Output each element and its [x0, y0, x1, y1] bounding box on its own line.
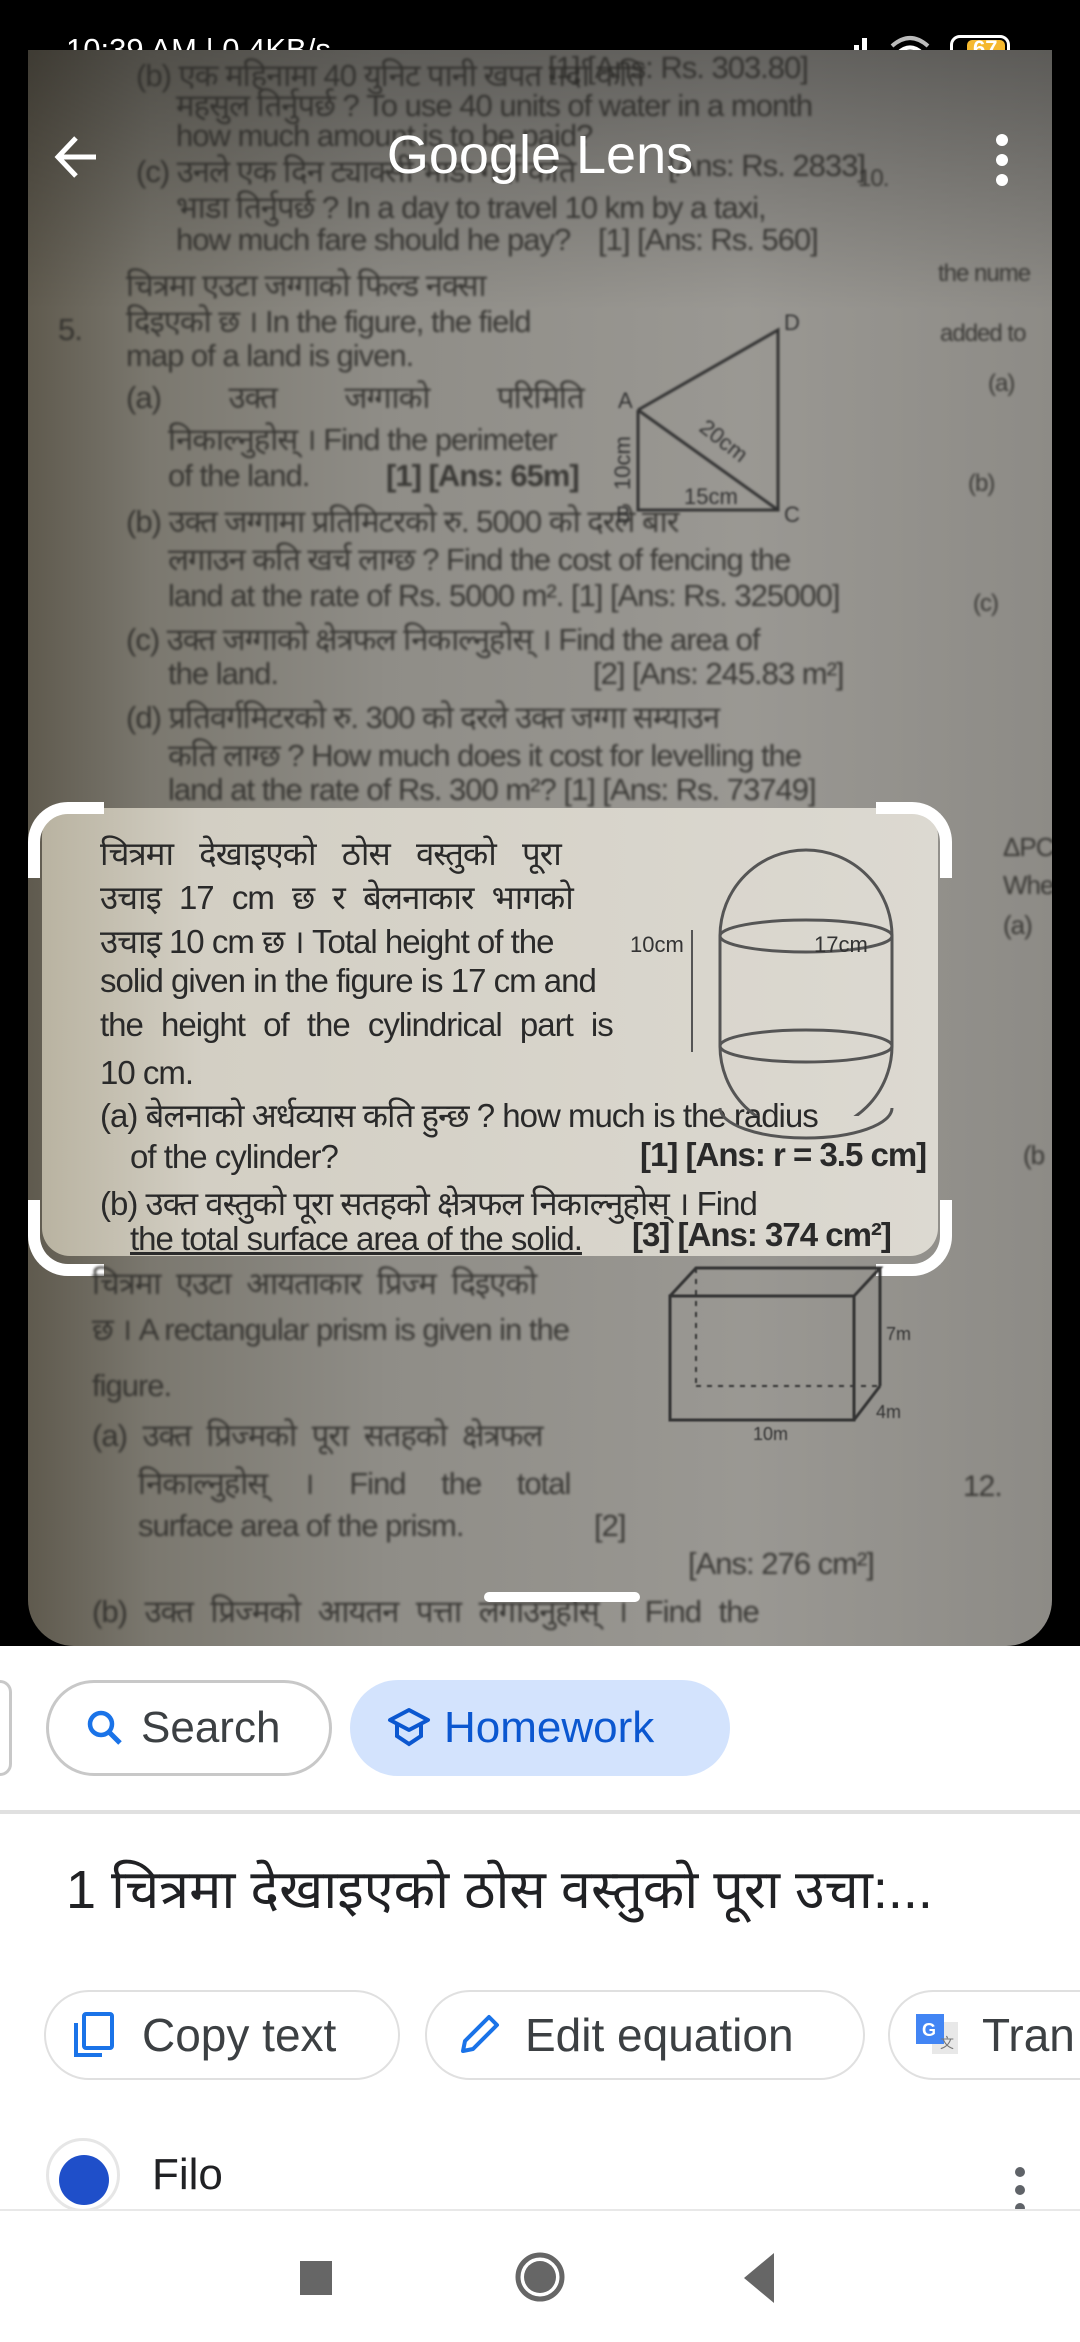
- selected-text-line: उचाइ 10 cm छ । Total height of the: [100, 923, 554, 960]
- photo-text-line: [1] [Ans: Rs. 560]: [598, 222, 819, 257]
- photo-text-line: कति लाग्छ ? How much does it cost for le…: [168, 738, 802, 773]
- photo-text-line: [1] [Ans: 65m]: [386, 458, 580, 493]
- margin-text: the nume: [938, 260, 1031, 287]
- selected-text-line: 10 cm.: [100, 1054, 194, 1091]
- photo-text-line: map of a land is given.: [126, 338, 414, 373]
- selected-text-line: उचाइ 17 cm छ र बेलनाकार भागको: [100, 879, 574, 916]
- photo-text-line: निकाल्नुहोस् । Find the total: [138, 1466, 571, 1501]
- home-circle-icon[interactable]: [514, 2251, 566, 2303]
- label-bc: 15cm: [684, 484, 738, 509]
- search-icon: [87, 1710, 122, 1745]
- filo-logo: [46, 2138, 120, 2212]
- total-height-label: 17cm: [814, 932, 868, 957]
- action-label: Copy text: [142, 2009, 337, 2061]
- google-translate-icon: G文: [916, 2014, 958, 2054]
- chip-homework[interactable]: Homework: [350, 1680, 730, 1776]
- photo-text-line: (b) उक्त जग्गामा प्रतिमिटरको रु. 5000 को…: [126, 504, 679, 539]
- margin-text: (c): [973, 590, 999, 617]
- selected-text-line: solid given in the figure is 17 cm and: [100, 962, 597, 999]
- photo-text-line: 5.: [58, 312, 83, 347]
- copy-text-button[interactable]: Copy text: [44, 1990, 400, 2080]
- action-label: Tran: [982, 2009, 1075, 2061]
- label-a: A: [618, 388, 633, 413]
- chip-partial-left[interactable]: [0, 1680, 12, 1776]
- copy-icon: [74, 2012, 114, 2057]
- back-triangle-icon[interactable]: [740, 2251, 780, 2305]
- app-title: Google Lens: [386, 125, 694, 185]
- label-ab: 10cm: [610, 436, 635, 490]
- photo-text-line: [2]: [594, 1508, 626, 1543]
- pencil-icon: [461, 2015, 499, 2053]
- selected-text-line: the height of the cylindrical part is: [100, 1006, 614, 1043]
- cylinder-height-label: 10cm: [630, 932, 684, 957]
- result-heading: 1 चित्रमा देखाइएको ठोस वस्तुको पूरा उचा:…: [66, 1860, 933, 1920]
- recents-square-icon[interactable]: [300, 2261, 332, 2295]
- result-source-name[interactable]: Filo: [152, 2150, 223, 2200]
- capsule-figure: 10cm: [630, 848, 894, 1116]
- translate-button[interactable]: G文 Tran: [888, 1990, 1080, 2080]
- text-selection-region[interactable]: चित्रमा देखाइएको ठोस वस्तुको पूरा उचाइ 1…: [42, 808, 938, 1257]
- photo-text-line: how much fare should he pay?: [176, 222, 571, 257]
- photo-text-line: (d) प्रतिवर्गमिटरको रु. 300 को दरले उक्त…: [126, 700, 720, 735]
- photo-text-line: छ । A rectangular prism is given in the: [92, 1312, 570, 1347]
- selection-handle-top-right[interactable]: [876, 802, 952, 878]
- photo-text-line: [1] [Ans: Rs. 303.80]: [548, 50, 809, 85]
- photo-text-line: (a) उक्त जग्गाको परिमिति: [126, 380, 585, 415]
- edit-equation-button[interactable]: Edit equation: [425, 1990, 865, 2080]
- photo-text-line: [Ans: 276 cm²]: [688, 1546, 875, 1581]
- label-d: D: [784, 310, 800, 335]
- margin-text: (a): [988, 370, 1015, 397]
- photo-text-line: [2] [Ans: 245.83 m²]: [593, 656, 845, 691]
- prism-depth-label: 4m: [876, 1402, 901, 1422]
- margin-text: (a): [1003, 910, 1033, 940]
- photo-text-line: the land.: [168, 656, 279, 691]
- photo-text-line: चित्रमा एउटा आयताकार प्रिज्म दिइएको: [92, 1266, 537, 1301]
- prism-figure: 7m 4m 10m: [668, 1266, 911, 1440]
- margin-text: added to: [940, 320, 1026, 347]
- divider: [0, 1810, 1080, 1814]
- label-ac: 20cm: [695, 414, 753, 467]
- result-more-icon[interactable]: [1012, 2164, 1028, 2214]
- chip-label: Search: [141, 1703, 281, 1752]
- more-vert-icon[interactable]: [990, 130, 1014, 190]
- chip-label: Homework: [444, 1703, 655, 1752]
- margin-text: (b): [968, 470, 995, 497]
- margin-text: (b: [1023, 1140, 1045, 1170]
- photo-text-line: (b) उक्त प्रिज्मको आयतन पत्ता लगाउनुहोस्…: [92, 1594, 760, 1629]
- margin-text: Whe: [1003, 870, 1052, 900]
- selection-handle-top-left[interactable]: [28, 802, 104, 878]
- svg-text:G: G: [922, 2020, 936, 2040]
- sheet-drag-handle[interactable]: [484, 1592, 640, 1602]
- photo-text-line: (a) उक्त प्रिज्मको पूरा सतहको क्षेत्रफल: [92, 1418, 543, 1453]
- selected-text-line: of the cylinder?: [130, 1138, 339, 1175]
- photo-text-line: land at the rate of Rs. 300 m²? [1] [Ans…: [168, 772, 817, 807]
- photo-text-line: of the land.: [168, 458, 310, 493]
- prism-length-label: 10m: [753, 1424, 788, 1440]
- capsule-figure-bottom: [718, 1108, 894, 1140]
- graduation-cap-icon: [388, 1708, 430, 1747]
- camera-photo[interactable]: (b) एक महिनामा 40 युनिट पानी खपत गर्दा क…: [28, 50, 1052, 1646]
- svg-text:文: 文: [940, 2035, 954, 2051]
- prism-height-label: 7m: [886, 1324, 911, 1344]
- label-b: B: [616, 502, 631, 527]
- photo-text-line: निकाल्नुहोस् । Find the perimeter: [168, 422, 558, 457]
- margin-text: ΔPC: [1003, 832, 1052, 862]
- chip-search[interactable]: Search: [46, 1680, 332, 1776]
- photo-text-line: surface area of the prism.: [138, 1508, 464, 1543]
- photo-text-line: लगाउन कति खर्च लाग्छ ? Find the cost of …: [168, 542, 791, 577]
- action-label: Edit equation: [525, 2009, 794, 2061]
- photo-text-line: land at the rate of Rs. 5000 m². [1] [An…: [168, 578, 840, 613]
- photo-text-line: figure.: [92, 1368, 172, 1403]
- label-c: C: [784, 502, 800, 527]
- selected-text-line: [3] [Ans: 374 cm²]: [632, 1216, 892, 1253]
- selected-text-line: the total surface area of the solid.: [130, 1220, 583, 1257]
- system-nav-bar: [0, 2209, 1080, 2342]
- margin-text: 12.: [963, 1470, 1003, 1503]
- photo-text-line: दिइएको छ । In the figure, the field: [126, 304, 532, 339]
- field-map-figure: A B C D 10cm 15cm 20cm: [610, 310, 800, 527]
- selected-text-line: चित्रमा देखाइएको ठोस वस्तुको पूरा: [100, 835, 562, 872]
- photo-text-line: (c) उक्त जग्गाको क्षेत्रफल निकाल्नुहोस् …: [126, 622, 760, 657]
